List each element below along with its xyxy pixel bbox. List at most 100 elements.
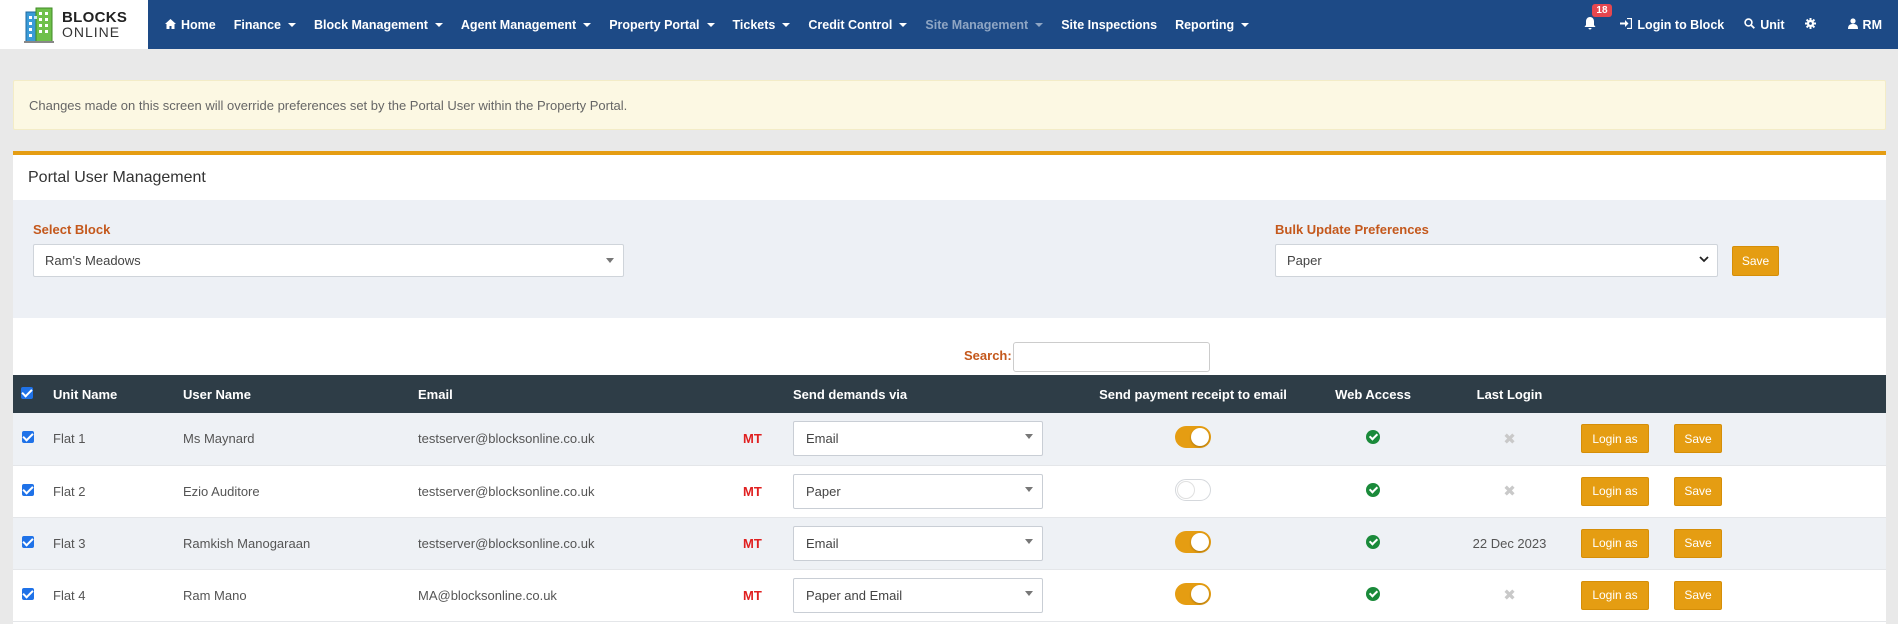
- user-menu[interactable]: RM: [1826, 0, 1898, 49]
- select-all-checkbox[interactable]: [21, 386, 33, 399]
- login-as-button[interactable]: Login as: [1581, 476, 1649, 506]
- nav-site-inspections-label: Site Inspections: [1061, 17, 1158, 32]
- login-as-button[interactable]: Login as: [1581, 528, 1649, 558]
- caret-down-icon: [1025, 486, 1033, 492]
- receipt-toggle[interactable]: [1175, 530, 1211, 553]
- notifications-button[interactable]: 18: [1570, 0, 1612, 49]
- header-receipt[interactable]: Send payment receipt to email: [1078, 375, 1308, 413]
- email-cell: MA@blocksonline.co.uk: [418, 587, 557, 603]
- nav-finance-label: Finance: [233, 17, 281, 32]
- nav-agent-management-label: Agent Management: [460, 17, 577, 32]
- receipt-toggle[interactable]: [1175, 582, 1211, 605]
- caret-down-icon: [583, 22, 592, 27]
- x-icon: ✖: [1503, 430, 1516, 448]
- caret-down-icon: [434, 22, 443, 27]
- row-checkbox[interactable]: [22, 431, 34, 444]
- unit-label: Unit: [1760, 17, 1785, 32]
- main-nav: Home Finance Block Management Agent Mana…: [148, 0, 1258, 49]
- top-navbar: BLOCKS ONLINE Home Finance Block Managem…: [0, 0, 1898, 49]
- nav-property-portal[interactable]: Property Portal: [600, 0, 723, 49]
- buildings-logo-icon: [22, 6, 56, 44]
- user-name-cell: Ram Mano: [183, 587, 247, 603]
- caret-down-icon: [1025, 434, 1033, 440]
- search-input[interactable]: [1013, 342, 1210, 372]
- portal-users-table: Unit Name User Name Email Send demands v…: [13, 375, 1886, 622]
- login-as-button[interactable]: Login as: [1581, 580, 1649, 610]
- nav-credit-control-label: Credit Control: [808, 17, 893, 32]
- send-via-select[interactable]: Paper and Email: [793, 577, 1043, 613]
- row-checkbox[interactable]: [22, 535, 34, 548]
- caret-down-icon: [287, 22, 296, 27]
- header-email[interactable]: Email: [418, 375, 743, 413]
- row-checkbox[interactable]: [22, 587, 34, 600]
- bulk-update-select[interactable]: Paper: [1275, 244, 1718, 277]
- nav-site-inspections[interactable]: Site Inspections: [1052, 0, 1166, 49]
- login-as-button[interactable]: Login as: [1581, 424, 1649, 454]
- x-icon: ✖: [1503, 587, 1516, 604]
- row-save-button[interactable]: Save: [1674, 528, 1722, 558]
- mt-tag: MT: [743, 587, 762, 603]
- user-icon: [1847, 17, 1858, 32]
- send-via-value: Paper: [806, 483, 841, 499]
- row-checkbox[interactable]: [22, 483, 34, 496]
- receipt-toggle[interactable]: [1175, 478, 1211, 501]
- send-via-select[interactable]: Email: [793, 421, 1043, 457]
- row-save-button[interactable]: Save: [1674, 580, 1722, 610]
- table-row: Flat 3 Ramkish Manogaraan testserver@blo…: [13, 517, 1886, 569]
- header-user-name[interactable]: User Name: [183, 375, 418, 413]
- gear-icon: [1804, 17, 1816, 32]
- email-cell: testserver@blocksonline.co.uk: [418, 431, 595, 447]
- row-save-button[interactable]: Save: [1674, 424, 1722, 454]
- caret-down-icon: [706, 22, 715, 27]
- filter-area: Select Block Ram's Meadows Bulk Update P…: [13, 200, 1886, 318]
- brand-logo[interactable]: BLOCKS ONLINE: [0, 0, 148, 49]
- nav-home-label: Home: [181, 17, 216, 32]
- bulk-save-button[interactable]: Save: [1732, 246, 1779, 276]
- select-block-value: Ram's Meadows: [45, 253, 141, 268]
- unit-name-cell: Flat 1: [53, 431, 86, 447]
- send-via-select[interactable]: Paper: [793, 473, 1043, 509]
- portal-user-management-panel: Portal User Management Select Block Ram'…: [13, 151, 1886, 624]
- check-circle-icon: [1366, 586, 1380, 601]
- nav-site-management-label: Site Management: [925, 17, 1029, 32]
- nav-credit-control[interactable]: Credit Control: [799, 0, 916, 49]
- caret-down-icon: [606, 258, 614, 263]
- nav-site-management[interactable]: Site Management: [916, 0, 1052, 49]
- send-via-value: Email: [806, 431, 839, 447]
- login-to-block-button[interactable]: Login to Block: [1610, 0, 1734, 49]
- header-web-access[interactable]: Web Access: [1308, 375, 1438, 413]
- nav-finance[interactable]: Finance: [225, 0, 305, 49]
- notification-count-badge: 18: [1592, 4, 1612, 17]
- select-block-dropdown[interactable]: Ram's Meadows: [33, 244, 624, 277]
- settings-button[interactable]: [1795, 0, 1826, 49]
- nav-property-portal-label: Property Portal: [609, 17, 700, 32]
- row-save-button[interactable]: Save: [1674, 476, 1722, 506]
- send-via-select[interactable]: Email: [793, 525, 1043, 561]
- unit-search-button[interactable]: Unit: [1734, 0, 1794, 49]
- nav-reporting-label: Reporting: [1175, 17, 1235, 32]
- table-row: Flat 1 Ms Maynard testserver@blocksonlin…: [13, 413, 1886, 465]
- x-icon: ✖: [1503, 483, 1516, 500]
- header-last-login[interactable]: Last Login: [1438, 375, 1581, 413]
- header-unit-name[interactable]: Unit Name: [53, 375, 183, 413]
- table-header-row: Unit Name User Name Email Send demands v…: [13, 375, 1886, 413]
- search-icon: [1744, 17, 1756, 32]
- nav-block-management[interactable]: Block Management: [305, 0, 452, 49]
- nav-home[interactable]: Home: [156, 0, 225, 49]
- mt-tag: MT: [743, 431, 762, 447]
- caret-down-icon: [1035, 22, 1044, 27]
- nav-tickets[interactable]: Tickets: [724, 0, 800, 49]
- nav-reporting[interactable]: Reporting: [1166, 0, 1258, 49]
- email-cell: testserver@blocksonline.co.uk: [418, 535, 595, 551]
- mt-tag: MT: [743, 535, 762, 551]
- search-row: Search:: [13, 318, 1886, 375]
- nav-agent-management[interactable]: Agent Management: [452, 0, 600, 49]
- header-send-via[interactable]: Send demands via: [793, 375, 1078, 413]
- chevron-down-icon: [1699, 254, 1709, 266]
- check-circle-icon: [1366, 482, 1380, 497]
- login-to-block-label: Login to Block: [1637, 17, 1725, 32]
- bulk-update-label: Bulk Update Preferences: [1275, 222, 1429, 237]
- receipt-toggle[interactable]: [1175, 426, 1211, 449]
- user-name-cell: Ms Maynard: [183, 431, 255, 447]
- bulk-update-value: Paper: [1287, 253, 1322, 268]
